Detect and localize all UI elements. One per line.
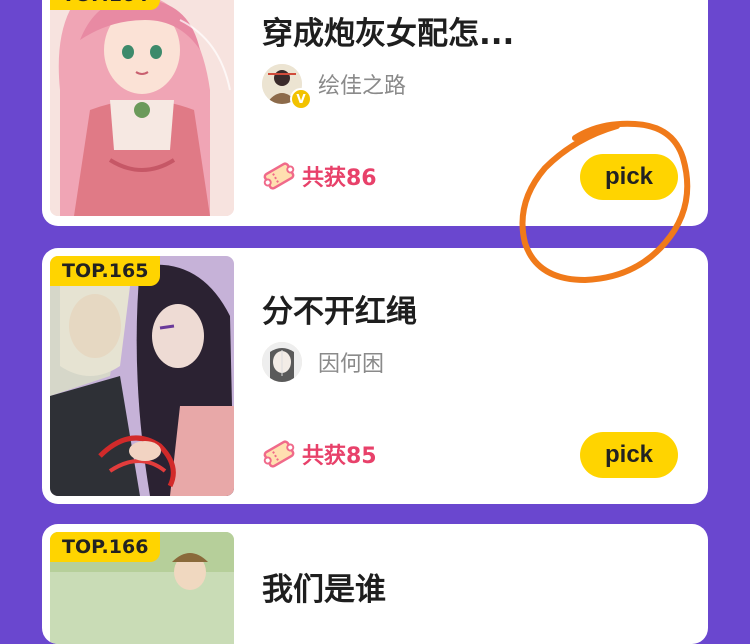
author-name[interactable]: 因何困 <box>318 346 384 378</box>
author-name[interactable]: 绘佳之路 <box>318 68 406 100</box>
comic-cover[interactable] <box>50 0 234 216</box>
avatar[interactable] <box>262 342 302 382</box>
pick-button[interactable]: pick <box>580 432 678 478</box>
comic-card[interactable]: TOP.165 分不开红绳 因何困 共获85 pick <box>42 248 708 504</box>
ticket-icon <box>263 162 295 190</box>
comic-title[interactable]: 我们是谁 <box>262 564 386 609</box>
pick-button[interactable]: pick <box>580 154 678 200</box>
votes-row: 共获86 <box>262 160 377 192</box>
votes-count: 共获85 <box>302 444 377 469</box>
votes-row: 共获85 <box>262 438 377 470</box>
verified-badge: V <box>290 88 312 110</box>
comic-title[interactable]: 分不开红绳 <box>262 286 417 331</box>
author-row[interactable]: V 绘佳之路 <box>262 64 406 110</box>
comic-cover[interactable] <box>50 256 234 496</box>
author-row[interactable]: 因何困 <box>262 342 384 382</box>
rank-badge: TOP.164 <box>50 0 161 10</box>
comic-title[interactable]: 穿成炮灰女配怎... <box>262 8 514 53</box>
comic-card[interactable]: TOP.164 穿成炮灰女配怎... V 绘佳之路 共获8 <box>42 0 708 226</box>
votes-count: 共获86 <box>302 166 377 191</box>
ticket-icon <box>263 440 295 468</box>
rank-badge: TOP.165 <box>50 256 161 286</box>
rank-badge: TOP.166 <box>50 532 161 562</box>
comic-card[interactable]: TOP.166 我们是谁 <box>42 524 708 644</box>
